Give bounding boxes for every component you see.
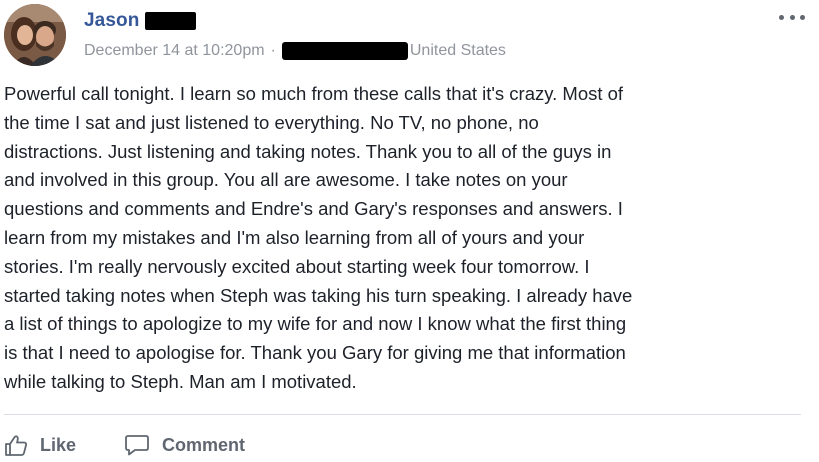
speech-bubble-icon	[125, 435, 149, 456]
redaction-bar	[281, 42, 408, 60]
avatar-photo	[4, 4, 66, 66]
dot	[789, 14, 795, 20]
more-options-icon[interactable]	[779, 10, 805, 24]
comment-button[interactable]: Comment	[124, 434, 245, 456]
post-timestamp[interactable]: December 14 at 10:20pm	[84, 42, 265, 60]
post-location[interactable]: United States	[410, 42, 506, 60]
meta-separator: ·	[270, 42, 276, 59]
author-name-link[interactable]: Jason	[84, 10, 139, 32]
divider	[4, 414, 801, 415]
like-button[interactable]: Like	[4, 434, 76, 456]
dot	[779, 14, 784, 20]
like-label: Like	[40, 434, 77, 455]
post-actions: Like Comment	[4, 428, 245, 462]
comment-label: Comment	[162, 434, 246, 455]
dot	[800, 14, 805, 20]
thumbs-up-icon	[5, 435, 28, 456]
facebook-post: Jason December 14 at 10:20pm · United St…	[0, 0, 819, 460]
redaction-bar	[145, 12, 197, 30]
post-meta: December 14 at 10:20pm · United States	[84, 40, 506, 62]
post-text: Powerful call tonight. I learn so much f…	[4, 83, 633, 392]
author-avatar[interactable]	[4, 4, 66, 66]
author-header: Jason	[84, 8, 197, 34]
